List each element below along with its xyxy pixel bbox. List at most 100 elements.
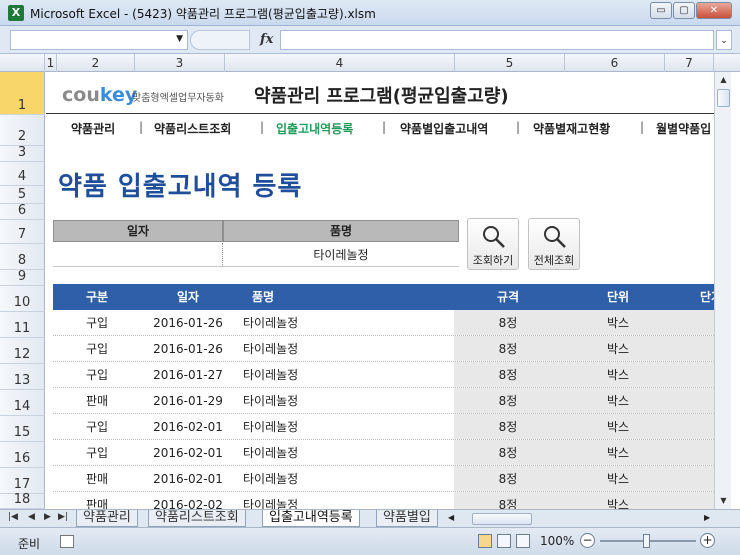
cell-spec[interactable]: 8정 bbox=[478, 492, 538, 509]
formula-input[interactable] bbox=[280, 30, 714, 50]
nav-inout-register[interactable]: 입출고내역등록 bbox=[276, 120, 353, 137]
macro-record-icon[interactable] bbox=[60, 535, 74, 548]
cell-date[interactable]: 2016-02-01 bbox=[143, 414, 233, 440]
row-header[interactable]: 5 bbox=[0, 186, 45, 204]
row-header[interactable]: 16 bbox=[0, 442, 45, 468]
sheet-tab[interactable]: 약품리스트조회 bbox=[148, 510, 246, 527]
cell-unit[interactable]: 박스 bbox=[588, 414, 648, 440]
restore-button[interactable]: ▢ bbox=[673, 2, 695, 19]
cell-name[interactable]: 타이레놀정 bbox=[243, 440, 313, 466]
cell-unit[interactable]: 박스 bbox=[588, 362, 648, 388]
sheet-tab[interactable]: 약품관리 bbox=[76, 510, 138, 527]
chevron-down-icon[interactable]: ▼ bbox=[176, 34, 183, 44]
vertical-scrollbar[interactable]: ▲ ▼ bbox=[714, 72, 731, 509]
cell-unit[interactable]: 박스 bbox=[588, 336, 648, 362]
zoom-level[interactable]: 100% bbox=[540, 534, 574, 548]
excel-app-icon[interactable]: X bbox=[8, 5, 24, 21]
table-row[interactable]: 구입 2016-02-01 타이레놀정 8정 박스 2 bbox=[53, 414, 714, 440]
column-header[interactable]: 3 bbox=[135, 54, 225, 72]
column-header[interactable]: 4 bbox=[225, 54, 455, 72]
cell-date[interactable]: 2016-01-26 bbox=[143, 310, 233, 336]
cell-name[interactable]: 타이레놀정 bbox=[243, 310, 313, 336]
cell-date[interactable]: 2016-01-26 bbox=[143, 336, 233, 362]
cell-spec[interactable]: 8정 bbox=[478, 440, 538, 466]
select-all-corner[interactable] bbox=[0, 54, 45, 72]
column-header[interactable]: 6 bbox=[565, 54, 665, 72]
column-header[interactable]: 2 bbox=[57, 54, 135, 72]
insert-function-icon[interactable]: fx bbox=[260, 32, 273, 47]
nav-stock-status[interactable]: 약품별재고현황 bbox=[533, 120, 610, 137]
scroll-left-icon[interactable]: ◀ bbox=[448, 513, 454, 522]
cell-date[interactable]: 2016-01-27 bbox=[143, 362, 233, 388]
nav-medicine-management[interactable]: 약품관리 bbox=[71, 120, 115, 137]
cell-spec[interactable]: 8정 bbox=[478, 336, 538, 362]
minimize-button[interactable]: ▭ bbox=[650, 2, 672, 19]
table-row[interactable]: 판매 2016-02-01 타이레놀정 8정 박스 2 bbox=[53, 466, 714, 492]
zoom-slider-thumb[interactable] bbox=[643, 534, 650, 548]
nav-inout-history[interactable]: 약품별입출고내역 bbox=[400, 120, 488, 137]
table-row[interactable]: 구입 2016-01-26 타이레놀정 8정 박스 2 bbox=[53, 336, 714, 362]
scroll-up-icon[interactable]: ▲ bbox=[715, 72, 732, 87]
expand-formula-bar-icon[interactable]: ⌄ bbox=[716, 30, 732, 50]
vertical-scroll-thumb[interactable] bbox=[717, 89, 730, 107]
cell-type[interactable]: 구입 bbox=[67, 440, 127, 466]
cell-date[interactable]: 2016-02-01 bbox=[143, 466, 233, 492]
row-header[interactable]: 9 bbox=[0, 269, 45, 286]
filter-date-input[interactable] bbox=[53, 243, 223, 267]
row-header[interactable]: 2 bbox=[0, 115, 45, 146]
row-header[interactable]: 18 bbox=[0, 492, 45, 509]
table-row[interactable]: 판매 2016-01-29 타이레놀정 8정 박스 2 bbox=[53, 388, 714, 414]
column-header[interactable]: 7 bbox=[665, 54, 714, 72]
cell-spec[interactable]: 8정 bbox=[478, 388, 538, 414]
close-button[interactable]: ✕ bbox=[696, 2, 732, 19]
cell-name[interactable]: 타이레놀정 bbox=[243, 336, 313, 362]
last-sheet-icon[interactable]: ▶| bbox=[58, 512, 68, 522]
cell-name[interactable]: 타이레놀정 bbox=[243, 362, 313, 388]
search-all-button[interactable]: 전체조회 bbox=[528, 218, 580, 270]
cell-date[interactable]: 2016-01-29 bbox=[143, 388, 233, 414]
scroll-down-icon[interactable]: ▼ bbox=[715, 493, 732, 508]
cell-name[interactable]: 타이레놀정 bbox=[243, 388, 313, 414]
table-row[interactable]: 구입 2016-01-26 타이레놀정 8정 박스 2 bbox=[53, 310, 714, 336]
normal-view-icon[interactable] bbox=[478, 534, 492, 548]
first-sheet-icon[interactable]: |◀ bbox=[8, 512, 18, 522]
page-break-view-icon[interactable] bbox=[516, 534, 530, 548]
cell-type[interactable]: 구입 bbox=[67, 414, 127, 440]
cell-unit[interactable]: 박스 bbox=[588, 492, 648, 509]
cell-type[interactable]: 판매 bbox=[67, 388, 127, 414]
table-row[interactable]: 판매 2016-02-02 타이레놀정 8정 박스 2 bbox=[53, 492, 714, 509]
column-header[interactable]: 5 bbox=[455, 54, 565, 72]
cell-type[interactable]: 판매 bbox=[67, 466, 127, 492]
cell-unit[interactable]: 박스 bbox=[588, 310, 648, 336]
cell-date[interactable]: 2016-02-02 bbox=[143, 492, 233, 509]
search-button[interactable]: 조회하기 bbox=[467, 218, 519, 270]
column-header[interactable]: 1 bbox=[45, 54, 57, 72]
cell-name[interactable]: 타이레놀정 bbox=[243, 414, 313, 440]
cell-spec[interactable]: 8정 bbox=[478, 362, 538, 388]
cell-spec[interactable]: 8정 bbox=[478, 414, 538, 440]
row-header[interactable]: 12 bbox=[0, 338, 45, 364]
zoom-in-button[interactable]: + bbox=[700, 533, 715, 548]
row-header[interactable]: 15 bbox=[0, 416, 45, 442]
row-header[interactable]: 10 bbox=[0, 286, 45, 312]
scroll-right-icon[interactable]: ▶ bbox=[704, 513, 710, 522]
cell-type[interactable]: 구입 bbox=[67, 310, 127, 336]
row-header[interactable]: 8 bbox=[0, 244, 45, 270]
cell-name[interactable]: 타이레놀정 bbox=[243, 492, 313, 509]
cell-spec[interactable]: 8정 bbox=[478, 466, 538, 492]
cell-unit[interactable]: 박스 bbox=[588, 466, 648, 492]
nav-medicine-list[interactable]: 약품리스트조회 bbox=[154, 120, 231, 137]
row-header[interactable]: 14 bbox=[0, 390, 45, 416]
zoom-out-button[interactable]: − bbox=[580, 533, 595, 548]
worksheet[interactable]: coukey 맞춤형엑셀업무자동화 약품관리 프로그램(평균입출고량) 약품관리… bbox=[46, 72, 714, 509]
cell-spec[interactable]: 8정 bbox=[478, 310, 538, 336]
cell-date[interactable]: 2016-02-01 bbox=[143, 440, 233, 466]
cell-type[interactable]: 구입 bbox=[67, 362, 127, 388]
row-header[interactable]: 4 bbox=[0, 162, 45, 186]
row-header[interactable]: 7 bbox=[0, 220, 45, 244]
row-header[interactable]: 6 bbox=[0, 203, 45, 220]
row-header[interactable]: 3 bbox=[0, 145, 45, 162]
cell-type[interactable]: 구입 bbox=[67, 336, 127, 362]
filter-item-input[interactable]: 타이레놀정 bbox=[223, 243, 459, 267]
cell-unit[interactable]: 박스 bbox=[588, 440, 648, 466]
